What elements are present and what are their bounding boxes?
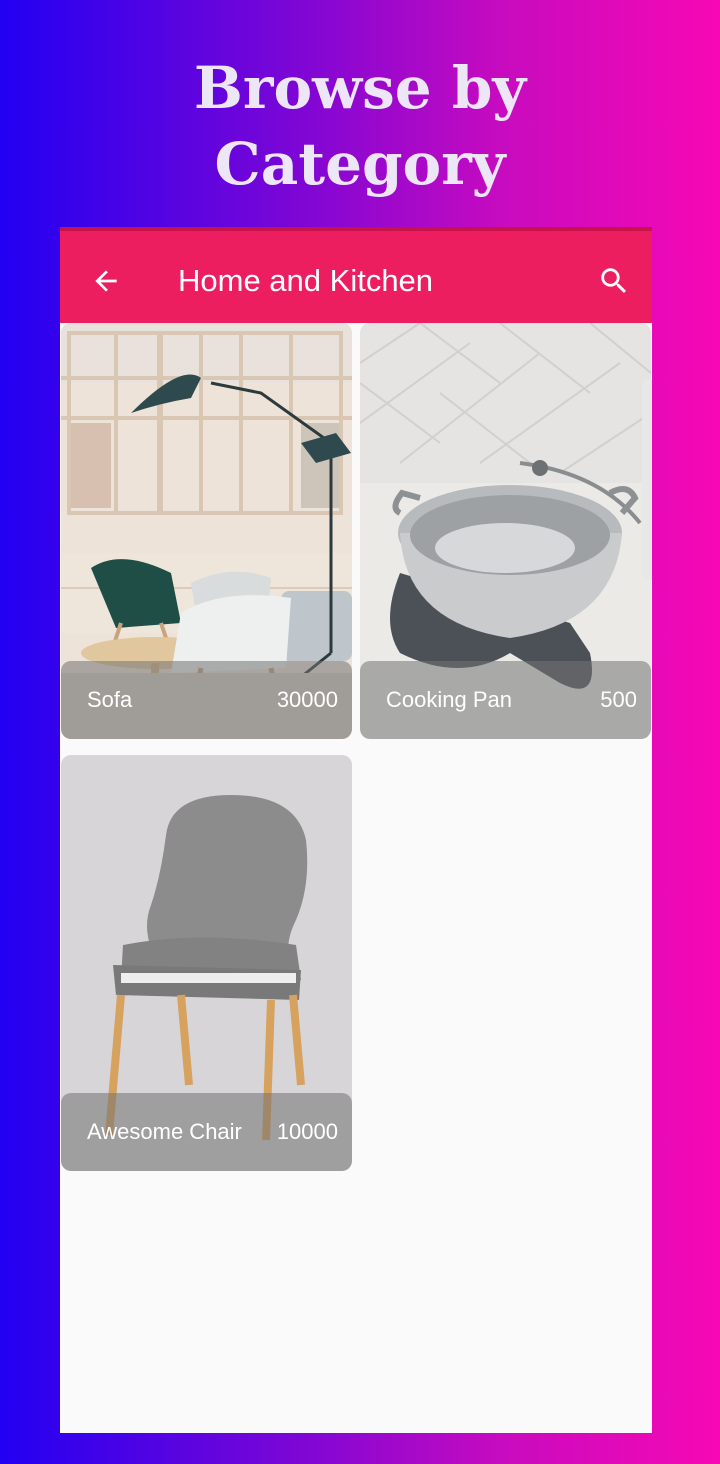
promo-title: Browse by Category <box>0 50 720 202</box>
product-tile-awesome-chair[interactable]: Awesome Chair 10000 <box>61 755 352 1171</box>
product-tile-sofa[interactable]: Sofa 30000 <box>61 323 352 739</box>
search-icon <box>601 268 627 294</box>
product-name: Sofa <box>87 687 133 712</box>
product-price: 10000 <box>276 1119 338 1144</box>
promo-title-line-2: Category <box>214 130 506 198</box>
app-bar: Home and Kitchen <box>60 227 652 323</box>
product-caption: Sofa 30000 <box>61 661 352 739</box>
product-tile-cooking-pan[interactable]: Cooking Pan 500 <box>360 323 651 739</box>
product-caption: Cooking Pan 500 <box>360 661 651 739</box>
arrow-left-icon <box>95 270 117 292</box>
product-caption: Awesome Chair 10000 <box>61 1093 352 1171</box>
promo-title-line-1: Browse by <box>193 54 527 122</box>
product-name: Awesome Chair <box>87 1119 242 1144</box>
back-button[interactable] <box>86 261 126 301</box>
search-button[interactable] <box>594 261 634 301</box>
product-name: Cooking Pan <box>386 687 512 712</box>
product-price: 500 <box>600 687 637 712</box>
next-card-peek <box>642 380 652 580</box>
phone-screen: Home and Kitchen Sofa 30000 Cooking Pan … <box>60 227 652 1433</box>
product-price: 30000 <box>276 687 338 712</box>
page-title: Home and Kitchen <box>178 263 434 298</box>
